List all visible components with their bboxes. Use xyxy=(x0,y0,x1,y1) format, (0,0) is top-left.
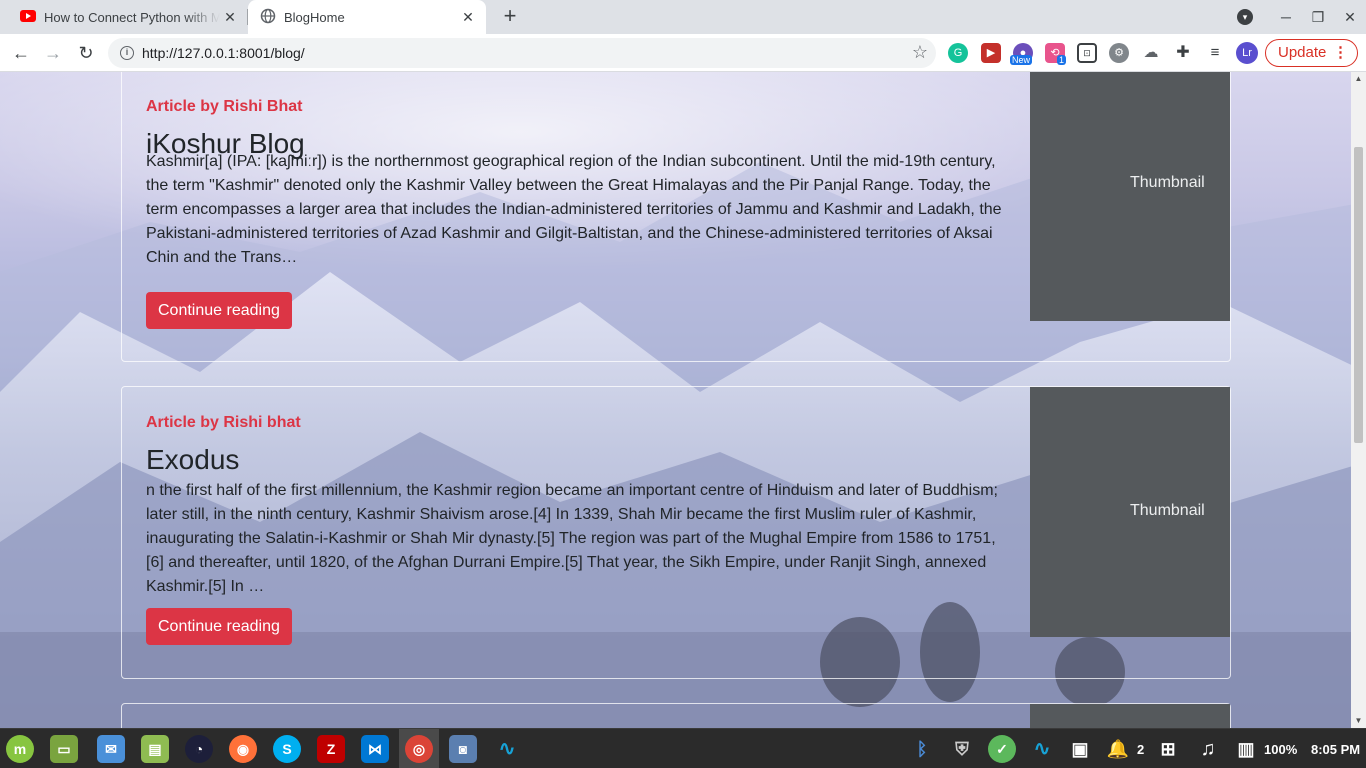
close-window-icon[interactable]: ✕ xyxy=(1334,9,1366,26)
volume-level: 100% xyxy=(1264,742,1298,757)
mint-menu-icon[interactable]: m xyxy=(6,735,34,763)
tab-youtube[interactable]: How to Connect Python with M ✕ xyxy=(0,0,248,34)
tab-bloghome[interactable]: BlogHome ✕ xyxy=(248,0,486,34)
notification-count: 2 xyxy=(1137,742,1145,757)
browser-toolbar: ← → ↻ i http://127.0.0.1:8001/blog/ ☆ xyxy=(0,34,1366,72)
address-bar[interactable]: i http://127.0.0.1:8001/blog/ ☆ xyxy=(108,38,936,68)
post-thumbnail xyxy=(1030,704,1230,728)
avatar[interactable]: Lr xyxy=(1236,42,1258,64)
forward-arrow-icon[interactable]: → xyxy=(41,41,65,65)
skype-icon[interactable]: S xyxy=(273,735,301,763)
network-icon[interactable]: ⊞ xyxy=(1154,735,1182,763)
update-manager-icon[interactable]: ✓ xyxy=(988,735,1016,763)
system-monitor-icon[interactable]: ∿ xyxy=(1028,735,1056,763)
bookmark-star-icon[interactable]: ☆ xyxy=(912,42,928,63)
scroll-down-icon[interactable]: ▼ xyxy=(1351,714,1366,728)
continue-reading-button[interactable]: Continue reading xyxy=(146,608,292,645)
reading-list-icon[interactable]: ≡ xyxy=(1205,43,1225,63)
thumbnail-label: Thumbnail xyxy=(1130,502,1205,519)
shield-icon[interactable]: ⛨ xyxy=(948,735,976,763)
clipboard-icon[interactable]: ▣ xyxy=(1066,735,1094,763)
update-label: Update xyxy=(1278,44,1327,61)
globe-icon xyxy=(260,8,276,27)
grammarly-icon[interactable]: G xyxy=(948,43,968,63)
screenshot-icon[interactable]: ⊡ xyxy=(1077,43,1097,63)
page-viewport: Article by Rishi Bhat iKoshur Blog Kashm… xyxy=(0,72,1366,728)
settings-extension-icon[interactable]: ⚙ xyxy=(1109,43,1129,63)
youtube-icon xyxy=(20,9,36,25)
taskbar: m ▭ ✉ ▤ ◔ ◉ S Z ⋈ ◎ ◙ ∿ ᛒ ⛨ ✓ ∿ ▣ 🔔 2 ⊞ … xyxy=(0,728,1366,768)
reload-icon[interactable]: ↻ xyxy=(74,41,98,65)
new-tab-button[interactable]: + xyxy=(498,5,522,29)
site-info-icon[interactable]: i xyxy=(120,46,134,60)
post-author: Article by Rishi bhat xyxy=(146,414,301,431)
files-icon[interactable]: ▤ xyxy=(141,735,169,763)
mail-icon[interactable]: ✉ xyxy=(97,735,125,763)
vscode-icon[interactable]: ⋈ xyxy=(361,735,389,763)
post-title: Exodus xyxy=(146,444,240,475)
close-icon[interactable]: ✕ xyxy=(460,9,476,25)
window-controls: ─ ❐ ✕ xyxy=(1270,0,1366,34)
scrollbar-thumb[interactable] xyxy=(1354,147,1363,443)
monitor-app-icon[interactable]: ∿ xyxy=(493,735,521,763)
clock[interactable]: 8:05 PM xyxy=(1311,742,1360,757)
chrome-icon[interactable]: ◎ xyxy=(405,735,433,763)
post-thumbnail: Thumbnail xyxy=(1030,72,1230,321)
post-card: Article by Rishi Bhat iKoshur Blog Kashm… xyxy=(121,72,1231,362)
sound-icon[interactable]: ♫ xyxy=(1194,735,1222,763)
battery-icon[interactable]: ▥ xyxy=(1232,735,1260,763)
post-thumbnail: Thumbnail xyxy=(1030,387,1230,637)
back-arrow-icon[interactable]: ← xyxy=(9,41,33,65)
video-extension-icon[interactable]: ▶ xyxy=(981,43,1001,63)
post-excerpt: n the first half of the first millennium… xyxy=(146,482,998,595)
update-button[interactable]: Update ⋮ xyxy=(1265,39,1358,67)
thumbnail-label: Thumbnail xyxy=(1130,174,1205,191)
post-author: Article by Rishi Bhat xyxy=(146,98,303,115)
tab-search-icon[interactable]: ▾ xyxy=(1237,9,1253,25)
scroll-up-icon[interactable]: ▲ xyxy=(1351,72,1366,86)
count-badge: 1 xyxy=(1057,55,1067,65)
firefox-icon[interactable]: ◉ xyxy=(229,735,257,763)
camera-icon[interactable]: ◙ xyxy=(449,735,477,763)
show-desktop-icon[interactable]: ▭ xyxy=(50,735,78,763)
more-icon: ⋮ xyxy=(1333,44,1348,61)
new-badge: New xyxy=(1010,55,1033,65)
notifications-icon[interactable]: 🔔 xyxy=(1104,735,1132,763)
filezilla-icon[interactable]: Z xyxy=(317,735,345,763)
post-excerpt: Kashmir[a] (IPA: [kaʃmiːr]) is the north… xyxy=(146,153,1002,266)
tab-strip: How to Connect Python with M ✕ BlogHome … xyxy=(0,0,1366,34)
close-icon[interactable]: ✕ xyxy=(222,9,238,25)
bluetooth-icon[interactable]: ᛒ xyxy=(908,735,936,763)
restore-icon[interactable]: ❐ xyxy=(1302,9,1334,26)
post-card: Article by Rishi bhat Exodus n the first… xyxy=(121,386,1231,679)
puzzle-icon[interactable]: ✚ xyxy=(1173,43,1193,63)
url-text[interactable]: http://127.0.0.1:8001/blog/ xyxy=(142,45,305,61)
minimize-icon[interactable]: ─ xyxy=(1270,9,1302,25)
app-icon[interactable]: ◔ xyxy=(185,735,213,763)
cloud-extension-icon[interactable]: ☁ xyxy=(1141,43,1161,63)
tab-title: BlogHome xyxy=(284,9,345,25)
continue-reading-button[interactable]: Continue reading xyxy=(146,292,292,329)
tab-title: How to Connect Python with M xyxy=(44,9,220,25)
post-card xyxy=(121,703,1231,728)
